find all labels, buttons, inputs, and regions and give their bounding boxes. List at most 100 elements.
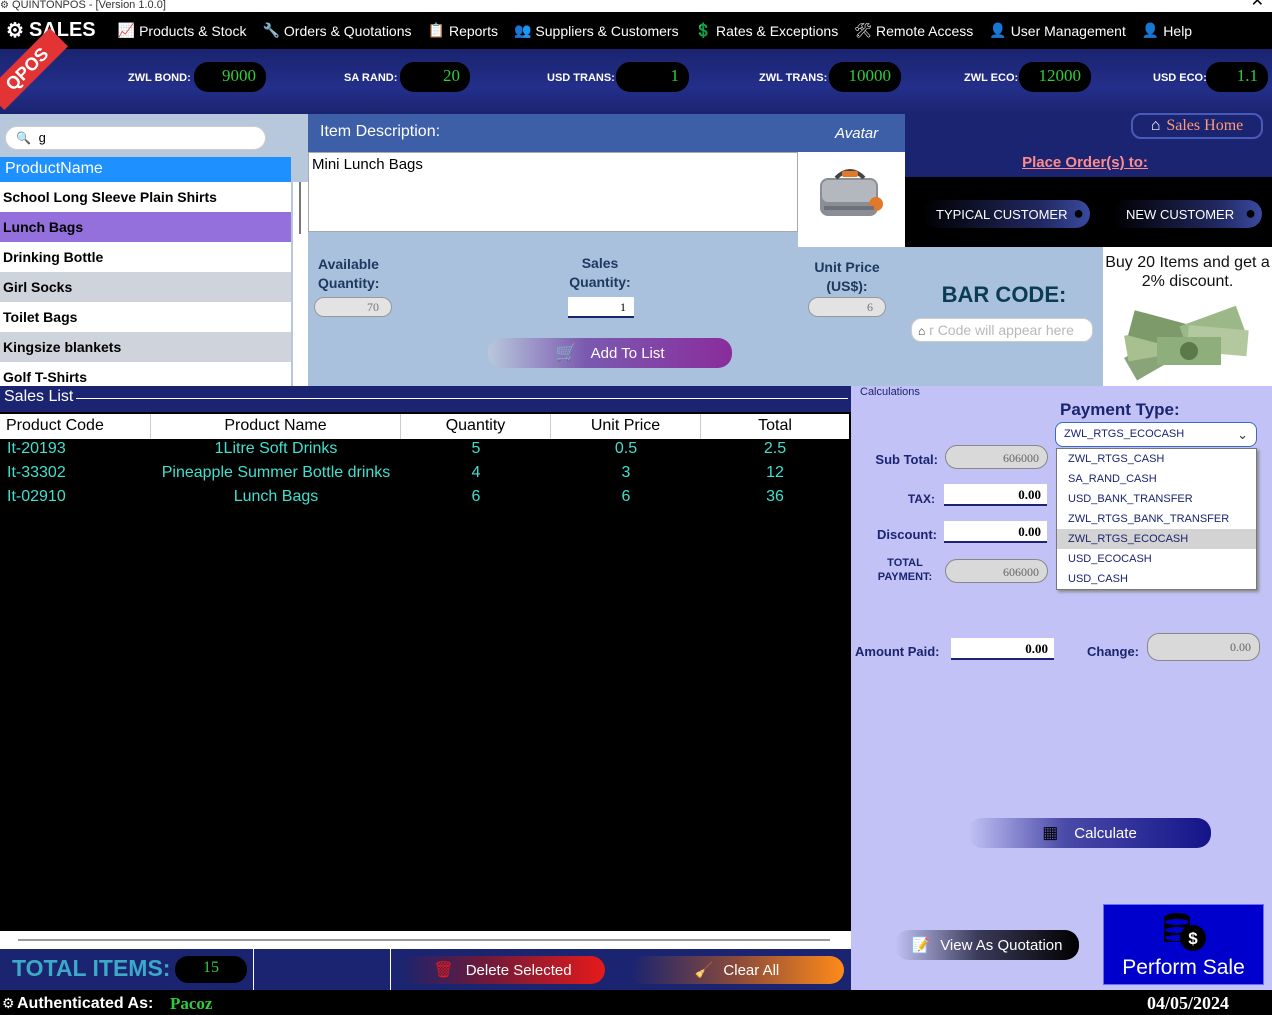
payment-option[interactable]: USD_ECOCASH [1057, 549, 1256, 569]
product-list-scrollbar[interactable] [293, 182, 308, 386]
payment-option[interactable]: ZWL_RTGS_BANK_TRANSFER [1057, 509, 1256, 529]
menu-label: Rates & Exceptions [716, 22, 839, 39]
menu-label: Suppliers & Customers [535, 22, 679, 39]
product-item[interactable]: School Long Sleeve Plain Shirts [0, 182, 291, 212]
tax-label: TAX: [907, 492, 935, 506]
quotation-icon: 📝 [911, 937, 931, 954]
column-header[interactable]: Product Name [151, 414, 401, 439]
trash-icon: 🗑 [433, 962, 454, 979]
payment-option[interactable]: USD_BANK_TRANSFER [1057, 489, 1256, 509]
menu-label: User Management [1010, 22, 1126, 39]
perform-sale-label: Perform Sale [1122, 956, 1245, 979]
home-icon: ⌂ [1150, 117, 1161, 134]
place-order-link[interactable]: Place Order(s) to: [905, 154, 1265, 171]
change-value: 0.00 [1147, 633, 1260, 661]
add-to-list-label: Add To List [590, 344, 665, 362]
product-avatar [798, 152, 905, 247]
payment-option[interactable]: SA_RAND_CASH [1057, 469, 1256, 489]
app-icon: ⚙ [0, 0, 9, 11]
clear-all-button[interactable]: 🧹 Clear All [630, 956, 844, 984]
menu-help[interactable]: 👤 Help [1134, 22, 1200, 39]
menu-remote-access[interactable]: 🛠 Remote Access [846, 22, 981, 39]
search-input[interactable]: 🔍 g [5, 126, 266, 150]
sales-quantity-input[interactable]: 1 [568, 297, 634, 318]
wrench-icon: 🔧 [262, 22, 280, 38]
menu-orders-quotations[interactable]: 🔧 Orders & Quotations [254, 22, 419, 39]
search-value: g [38, 130, 46, 145]
rate-value-zwl-trans: 10000 [829, 62, 901, 92]
total-items-value: 15 [175, 956, 247, 983]
user-icon: 👤 [1141, 22, 1160, 38]
total-items-label: TOTAL ITEMS: [12, 955, 171, 981]
available-quantity-label: Available Quantity: [318, 256, 380, 291]
barcode-input[interactable]: ⌂ r Code will appear here [911, 318, 1093, 342]
coins-dollar-icon: $ [1163, 913, 1206, 951]
sales-home-button[interactable]: ⌂ Sales Home [1131, 113, 1263, 139]
tax-input[interactable]: 0.00 [944, 484, 1047, 506]
bookmark-icon: ⌂ [918, 324, 926, 338]
scrollbar-track[interactable] [18, 939, 830, 941]
payment-option[interactable]: USD_CASH [1057, 569, 1256, 589]
discount-input[interactable]: 0.00 [944, 521, 1047, 543]
column-header[interactable]: Product Code [0, 414, 151, 439]
menu-suppliers-customers[interactable]: 👥 Suppliers & Customers [506, 22, 687, 39]
horizontal-scrollbar[interactable] [0, 931, 851, 949]
cell-qty: 4 [471, 464, 481, 481]
payment-option[interactable]: ZWL_RTGS_CASH [1057, 449, 1256, 469]
rate-label-zwl-eco: ZWL ECO: [964, 72, 1019, 84]
rate-value-zwl-eco: 12000 [1019, 62, 1091, 92]
menu-rates-exceptions[interactable]: 💲 Rates & Exceptions [687, 22, 847, 39]
chevron-down-icon[interactable]: ⌄ [1237, 427, 1248, 443]
amount-paid-label: Amount Paid: [855, 644, 940, 659]
svg-text:$: $ [1188, 929, 1198, 948]
delete-selected-label: Delete Selected [465, 961, 572, 979]
menu-user-management[interactable]: 👤 User Management [981, 22, 1134, 39]
menu-products-stock[interactable]: 📈 Products & Stock [110, 22, 255, 39]
add-to-list-button[interactable]: 🛒 Add To List [488, 338, 732, 368]
calculations-label: Calculations [860, 386, 920, 398]
rate-label-zwl-trans: ZWL TRANS: [759, 72, 828, 84]
scrollbar-thumb[interactable] [299, 182, 301, 234]
menu-bar: ⚙ SALES 📈 Products & Stock 🔧 Orders & Quot… [0, 12, 1272, 49]
cell-name: Pineapple Summer Bottle drinks [161, 464, 391, 481]
product-item-selected[interactable]: Lunch Bags [0, 212, 291, 242]
new-customer-button[interactable]: NEW CUSTOMER ● [1112, 200, 1262, 228]
column-header[interactable]: Total [701, 414, 849, 439]
table-row[interactable]: It-33302 Pineapple Summer Bottle drinks … [0, 464, 849, 488]
product-item[interactable]: Kingsize blankets [0, 332, 291, 362]
perform-sale-button[interactable]: $ Perform Sale [1103, 904, 1264, 985]
footer-separator [253, 949, 391, 990]
product-item[interactable]: Drinking Bottle [0, 242, 291, 272]
table-row[interactable]: It-02910 Lunch Bags 6 6 36 [0, 488, 849, 512]
menu-reports[interactable]: 📋 Reports [420, 22, 506, 39]
delete-selected-button[interactable]: 🗑 Delete Selected [400, 956, 605, 984]
product-item[interactable]: Golf T-Shirts [0, 362, 291, 386]
rate-value-zwl-bond: 9000 [194, 62, 266, 92]
calculate-label: Calculate [1074, 824, 1137, 842]
clear-all-label: Clear All [723, 961, 780, 979]
amount-paid-input[interactable]: 0.00 [951, 638, 1054, 660]
total-payment-label: TOTAL PAYMENT: [877, 557, 933, 583]
payment-type-select[interactable]: ZWL_RTGS_ECOCASH ⌄ [1055, 422, 1257, 447]
avatar-label: Avatar [835, 125, 879, 142]
rate-value-sa-rand: 20 [400, 62, 470, 92]
column-header[interactable]: Quantity [401, 414, 551, 439]
table-row[interactable]: It-20193 1Litre Soft Drinks 5 0.5 2.5 [0, 440, 849, 464]
sales-home-label: Sales Home [1166, 117, 1244, 134]
product-item[interactable]: Toilet Bags [0, 302, 291, 332]
rate-value-usd-eco: 1.1 [1206, 62, 1268, 92]
item-description-field[interactable]: Mini Lunch Bags [308, 152, 798, 232]
typical-customer-button[interactable]: TYPICAL CUSTOMER ● [922, 200, 1090, 228]
column-header[interactable]: Unit Price [551, 414, 701, 439]
users-icon: 👤 [989, 22, 1007, 38]
product-item[interactable]: Girl Socks [0, 272, 291, 302]
unit-price-value: 6 [808, 297, 886, 317]
close-icon[interactable]: ✕ [1251, 0, 1264, 10]
calculate-button[interactable]: ▦ Calculate [968, 818, 1211, 848]
rate-label-usd-trans: USD TRANS: [547, 72, 615, 84]
view-as-quotation-button[interactable]: 📝 View As Quotation [895, 930, 1079, 960]
title-bar: ⚙ QUINTONPOS - [Version 1.0.0] ✕ [0, 0, 1272, 12]
payment-option-highlighted[interactable]: ZWL_RTGS_ECOCASH [1057, 529, 1256, 549]
cell-price: 3 [621, 464, 631, 481]
rate-label-sa-rand: SA RAND: [344, 72, 398, 84]
